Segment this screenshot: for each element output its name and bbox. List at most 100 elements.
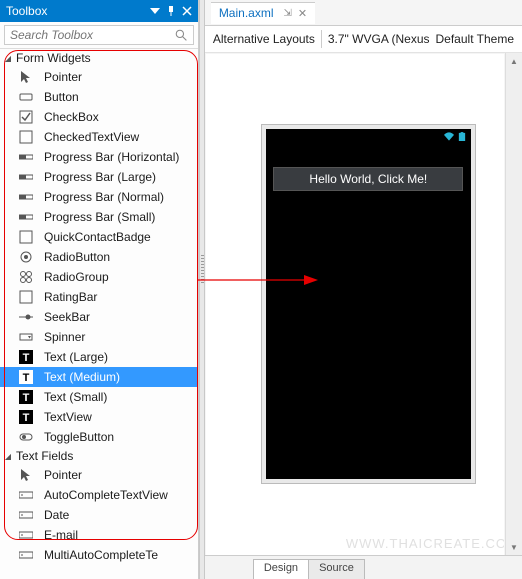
tab-pin-icon[interactable]: ⇲ <box>284 8 292 19</box>
toolbox-item[interactable]: CheckBox <box>0 107 198 127</box>
toggle-icon <box>18 429 34 445</box>
toolbox-item-label: TextView <box>44 410 92 424</box>
category-label: Form Widgets <box>16 51 91 65</box>
design-tab[interactable]: Design <box>253 559 309 579</box>
toolbox-item[interactable]: Pointer <box>0 67 198 87</box>
close-icon[interactable] <box>182 6 192 16</box>
toolbox-item[interactable]: Button <box>0 87 198 107</box>
toolbox-item[interactable]: Pointer <box>0 465 198 485</box>
toolbox-item-label: Pointer <box>44 468 82 482</box>
toolbox-item-label: RatingBar <box>44 290 97 304</box>
hello-world-button[interactable]: Hello World, Click Me! <box>273 167 463 191</box>
toolbox-item[interactable]: QuickContactBadge <box>0 227 198 247</box>
square-icon <box>18 289 34 305</box>
progress-icon <box>18 209 34 225</box>
device-screen: Hello World, Click Me! <box>266 129 471 479</box>
seekbar-icon <box>18 309 34 325</box>
button-icon <box>18 89 34 105</box>
document-tab-label: Main.axml <box>219 6 274 20</box>
svg-text:T: T <box>23 412 30 424</box>
toolbox-item[interactable]: RadioButton <box>0 247 198 267</box>
twisty-icon: ◢ <box>4 452 12 461</box>
toolbox-item[interactable]: RatingBar <box>0 287 198 307</box>
battery-icon <box>457 132 467 141</box>
toolbox-item[interactable]: T Text (Medium) <box>0 367 198 387</box>
toolbox-category[interactable]: ◢ Text Fields <box>0 447 198 465</box>
square-icon <box>18 129 34 145</box>
text-icon: T <box>18 349 34 365</box>
toolbox-item-label: RadioButton <box>44 250 110 264</box>
input-icon <box>18 487 34 503</box>
toolbox-item-label: Spinner <box>44 330 85 344</box>
app-area: Hello World, Click Me! <box>266 143 471 479</box>
toolbox-item-label: Progress Bar (Small) <box>44 210 155 224</box>
svg-text:T: T <box>23 392 30 404</box>
designer-toolbar: Alternative Layouts 3.7" WVGA (Nexus Def… <box>205 25 522 53</box>
toolbox-titlebar: Toolbox <box>0 0 198 22</box>
tab-close-icon[interactable]: ✕ <box>298 7 307 20</box>
toolbox-item-label: Pointer <box>44 70 82 84</box>
toolbox-search-input[interactable] <box>4 25 194 45</box>
design-canvas: Hello World, Click Me! WWW.THAICREATE.CO… <box>206 54 504 579</box>
toolbox-item[interactable]: Spinner <box>0 327 198 347</box>
toolbox-item-label: Text (Small) <box>44 390 107 404</box>
toolbox-item[interactable]: CheckedTextView <box>0 127 198 147</box>
toolbox-item[interactable]: AutoCompleteTextView <box>0 485 198 505</box>
toolbox-item-label: Date <box>44 508 69 522</box>
toolbox-item-label: RadioGroup <box>44 270 109 284</box>
toolbox-category[interactable]: ◢ Form Widgets <box>0 49 198 67</box>
svg-text:T: T <box>23 352 30 364</box>
pin-icon[interactable] <box>166 6 176 16</box>
toolbox-item[interactable]: T Text (Large) <box>0 347 198 367</box>
designer-bottom-tabs: Design Source <box>205 555 522 579</box>
radio-icon <box>18 249 34 265</box>
alt-layouts-button[interactable]: Alternative Layouts <box>213 32 315 46</box>
twisty-icon: ◢ <box>4 54 12 63</box>
category-label: Text Fields <box>16 449 73 463</box>
toolbox-item[interactable]: ToggleButton <box>0 427 198 447</box>
toolbox-item[interactable]: E-mail <box>0 525 198 545</box>
source-tab[interactable]: Source <box>308 559 365 579</box>
progress-icon <box>18 169 34 185</box>
radiogrp-icon <box>18 269 34 285</box>
toolbox-item[interactable]: T Text (Small) <box>0 387 198 407</box>
watermark-text: WWW.THAICREATE.COM <box>346 536 504 551</box>
toolbox-item-label: E-mail <box>44 528 78 542</box>
search-icon[interactable] <box>175 29 188 42</box>
toolbox-item[interactable]: Progress Bar (Horizontal) <box>0 147 198 167</box>
toolbox-item-label: QuickContactBadge <box>44 230 151 244</box>
toolbox-item-label: SeekBar <box>44 310 90 324</box>
toolbox-item[interactable]: T TextView <box>0 407 198 427</box>
device-selector[interactable]: 3.7" WVGA (Nexus <box>328 32 430 46</box>
toolbox-item[interactable]: Progress Bar (Large) <box>0 167 198 187</box>
toolbox-item-label: CheckBox <box>44 110 99 124</box>
text-icon: T <box>18 369 34 385</box>
document-tab-strip: Main.axml ⇲ ✕ <box>205 0 522 25</box>
document-tab[interactable]: Main.axml ⇲ ✕ <box>211 2 315 24</box>
dropdown-icon[interactable] <box>150 6 160 16</box>
svg-text:T: T <box>23 372 30 384</box>
toolbox-item[interactable]: SeekBar <box>0 307 198 327</box>
toolbox-tree: ◢ Form Widgets Pointer Button CheckBox C… <box>0 49 198 579</box>
spinner-icon <box>18 329 34 345</box>
toolbox-item-label: AutoCompleteTextView <box>44 488 168 502</box>
toolbox-item[interactable]: RadioGroup <box>0 267 198 287</box>
progress-icon <box>18 149 34 165</box>
toolbox-item[interactable]: Progress Bar (Normal) <box>0 187 198 207</box>
toolbox-item[interactable]: Date <box>0 505 198 525</box>
toolbox-search-wrap <box>0 22 198 49</box>
input-icon <box>18 507 34 523</box>
pointer-icon <box>18 69 34 85</box>
toolbox-title-text: Toolbox <box>6 4 144 18</box>
square-icon <box>18 229 34 245</box>
text-icon: T <box>18 409 34 425</box>
toolbox-item[interactable]: Progress Bar (Small) <box>0 207 198 227</box>
theme-selector[interactable]: Default Theme <box>436 32 515 46</box>
progress-icon <box>18 189 34 205</box>
wifi-icon <box>444 132 454 141</box>
text-icon: T <box>18 389 34 405</box>
device-frame: Hello World, Click Me! <box>261 124 476 484</box>
toolbox-item[interactable]: MultiAutoCompleteTe <box>0 545 198 565</box>
android-status-bar <box>266 129 471 143</box>
designer-scrollbar[interactable]: ▲▼ <box>505 53 522 555</box>
